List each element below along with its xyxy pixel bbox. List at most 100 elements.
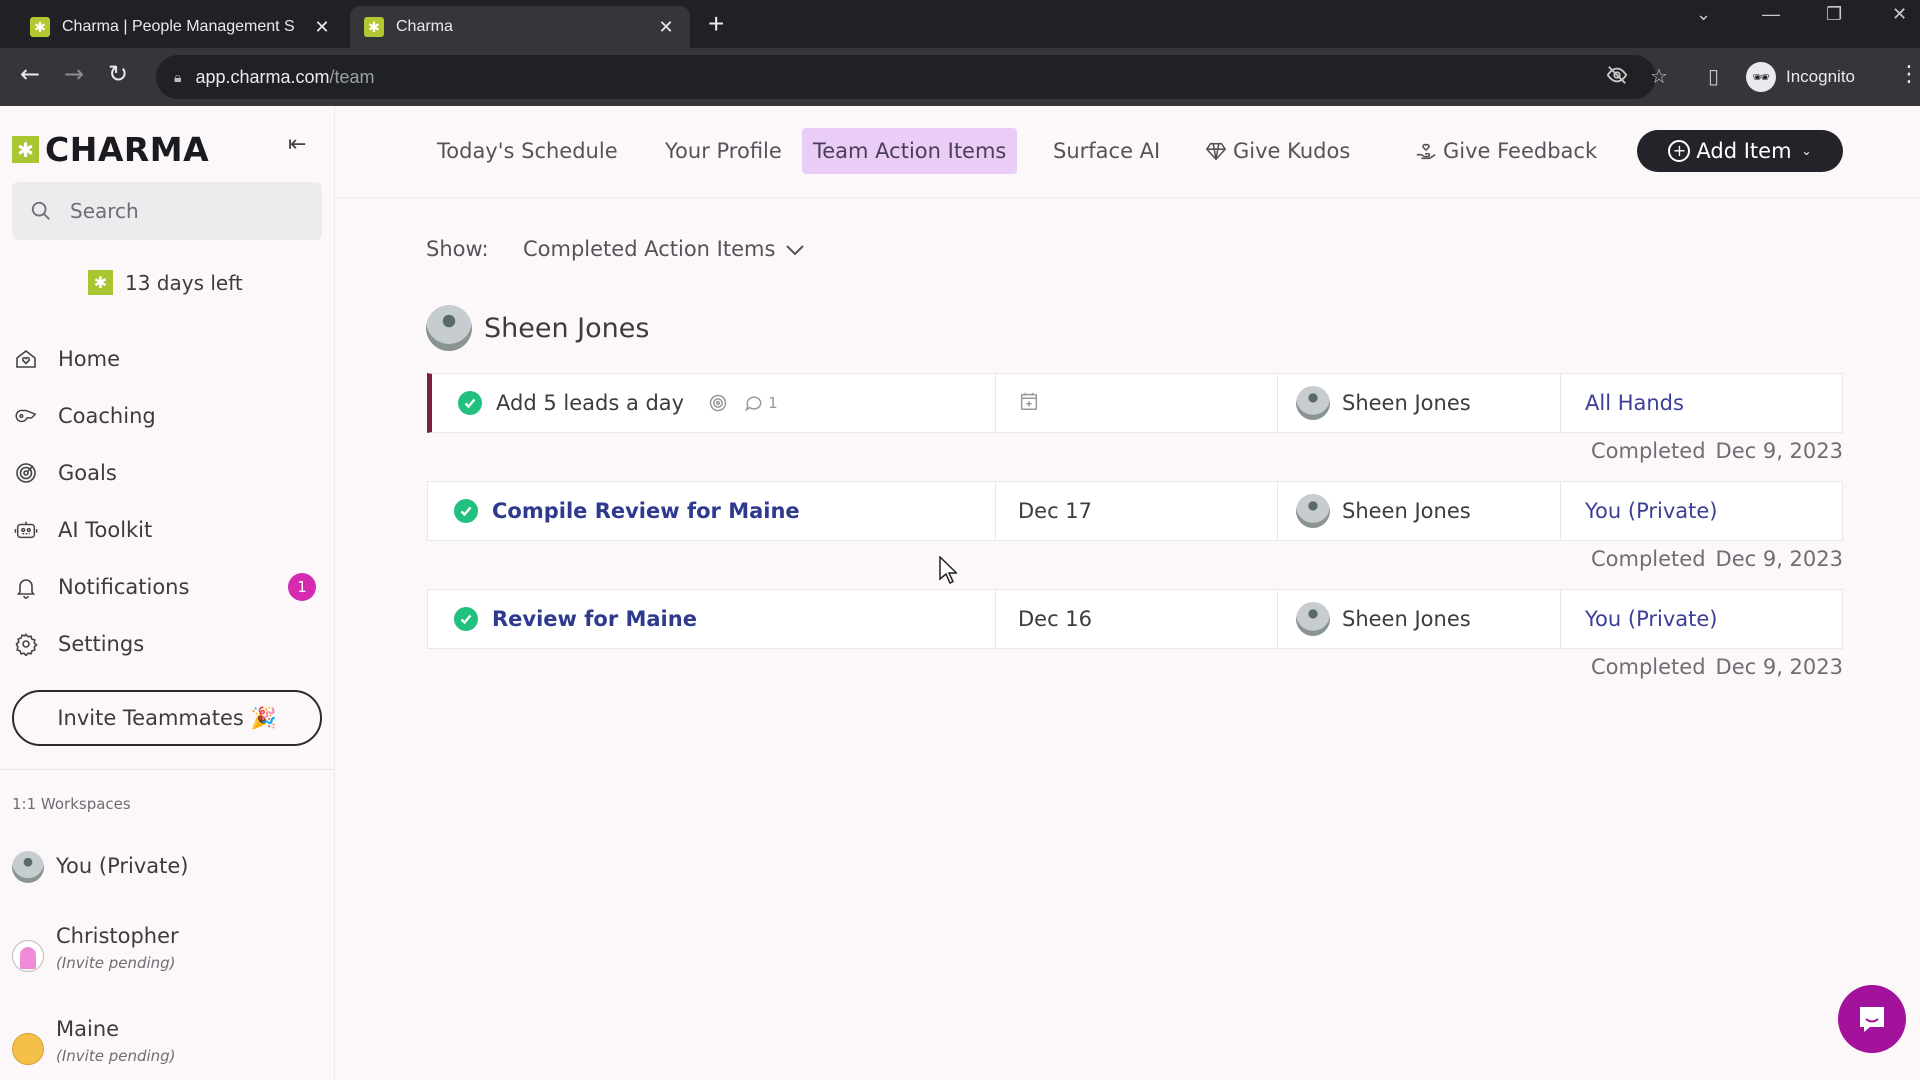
tracking-off-eye-icon[interactable] [1606,64,1628,91]
action-item-title-cell: Compile Review for Maine [428,482,996,540]
completed-check-icon[interactable] [454,607,478,631]
browser-menu-icon[interactable]: ⋮ [1898,62,1920,87]
tab-title: Charma [396,18,453,35]
add-item-button[interactable]: + Add Item ⌄ [1637,130,1843,172]
owner-name: Sheen Jones [484,312,650,344]
workspace-item[interactable]: Christopher (Invite pending) [12,924,179,972]
assignee-cell[interactable]: Sheen Jones [1278,590,1561,648]
sidebar-item-coaching[interactable]: Coaching [0,387,335,444]
workspace-link[interactable]: You (Private) [1561,590,1842,648]
bookmark-star-icon[interactable]: ☆ [1650,64,1668,88]
chevron-down-icon [785,237,805,261]
diamond-icon [1205,140,1227,162]
url-path: /team [329,66,375,87]
url-host: app.charma.com [195,66,330,87]
sidebar: ✱ CHARMA ⇤ ✱ 13 days left Home Coaching … [0,106,335,1080]
close-window-icon[interactable]: ✕ [1892,4,1907,25]
support-chat-button[interactable] [1838,985,1906,1053]
avatar [12,1033,44,1065]
action-item-row[interactable]: Add 5 leads a day 1 Sheen Jones All Hand… [427,373,1843,433]
charma-logo[interactable]: ✱ CHARMA [12,130,209,169]
invite-teammates-button[interactable]: Invite Teammates 🎉 [12,690,322,746]
action-item-title[interactable]: Add 5 leads a day [496,391,684,415]
new-tab-icon[interactable]: + [708,8,724,40]
workspace-item[interactable]: Maine (Invite pending) [12,1017,176,1065]
tab-team-action-items[interactable]: Team Action Items [802,128,1018,174]
mouse-cursor-icon [939,556,957,584]
assignee-cell[interactable]: Sheen Jones [1278,482,1561,540]
charma-favicon-icon: ✱ [30,17,50,37]
browser-tab-active[interactable]: ✱ Charma ✕ [350,6,690,48]
assignee-cell[interactable]: Sheen Jones [1278,374,1561,432]
lock-icon: 🔒︎ [174,68,182,85]
completed-check-icon[interactable] [454,499,478,523]
action-item-row[interactable]: Compile Review for Maine Dec 17 Sheen Jo… [427,481,1843,541]
avatar [12,851,44,883]
charma-favicon-icon: ✱ [364,17,384,37]
close-tab-icon[interactable]: ✕ [312,17,332,38]
close-tab-icon[interactable]: ✕ [656,17,676,38]
workspace-name: Christopher [56,924,179,948]
comments-indicator[interactable]: 1 [744,393,778,413]
whistle-icon [14,404,38,428]
action-item-title-link[interactable]: Compile Review for Maine [492,499,800,523]
due-date-cell[interactable]: Dec 17 [996,482,1278,540]
completed-label: Completed [1590,547,1706,571]
sidebar-item-ai-toolkit[interactable]: AI Toolkit [0,501,335,558]
minimize-icon[interactable]: — [1762,4,1780,25]
sidebar-item-goals[interactable]: Goals [0,444,335,501]
workspace-link[interactable]: All Hands [1561,374,1842,432]
browser-tab-bar: ✱ Charma | People Management S ✕ ✱ Charm… [0,0,1920,48]
tab-surface-ai[interactable]: Surface AI [1042,128,1171,174]
incognito-profile[interactable]: 🕶︎ Incognito [1746,58,1855,96]
avatar [426,305,472,351]
sidebar-item-home[interactable]: Home [0,330,335,387]
assignee-name: Sheen Jones [1342,607,1471,631]
notification-count-badge: 1 [288,572,316,601]
show-filter-dropdown[interactable]: Completed Action Items [523,237,805,261]
completed-date-value: Dec 9, 2023 [1715,655,1843,679]
address-bar[interactable]: 🔒︎ app.charma.com/team [156,55,1656,99]
browser-tab[interactable]: ✱ Charma | People Management S ✕ [16,6,346,48]
completed-date: Completed Dec 9, 2023 [1591,655,1843,679]
add-due-date-icon[interactable] [1018,390,1040,417]
completed-check-icon[interactable] [458,391,482,415]
comment-count: 1 [768,394,778,412]
tab-search-icon[interactable]: ⌄ [1696,4,1711,25]
action-item-row[interactable]: Review for Maine Dec 16 Sheen Jones You … [427,589,1843,649]
sidebar-item-settings[interactable]: Settings [0,615,335,672]
due-date-cell[interactable] [996,374,1278,432]
due-date-cell[interactable]: Dec 16 [996,590,1278,648]
side-panel-icon[interactable]: ▯ [1708,64,1719,88]
sidebar-item-label: Home [58,346,121,371]
completed-label: Completed [1590,439,1706,463]
avatar [12,940,44,972]
give-feedback-label: Give Feedback [1443,139,1598,163]
search-box[interactable] [12,182,322,240]
collapse-sidebar-icon[interactable]: ⇤ [288,132,306,157]
back-icon[interactable]: ← [20,60,40,88]
forward-icon[interactable]: → [64,60,84,88]
tab-your-profile[interactable]: Your Profile [654,128,793,174]
give-kudos-button[interactable]: Give Kudos [1194,128,1361,174]
home-heart-icon [14,347,38,371]
sidebar-item-notifications[interactable]: Notifications 1 [0,558,335,615]
goal-link-icon[interactable] [708,393,728,413]
reload-icon[interactable]: ↻ [108,60,128,88]
workspaces-heading: 1:1 Workspaces [12,795,131,813]
trial-indicator[interactable]: ✱ 13 days left [88,270,243,295]
avatar [1296,386,1330,420]
add-item-label: Add Item [1696,139,1792,163]
action-item-title-link[interactable]: Review for Maine [492,607,697,631]
restore-icon[interactable]: ❐ [1826,4,1842,25]
search-input[interactable] [70,199,310,223]
give-feedback-button[interactable]: Give Feedback [1404,128,1608,174]
workspace-item[interactable]: You (Private) [12,851,188,883]
owner-header: Sheen Jones [426,305,649,351]
browser-toolbar: ← → ↻ 🔒︎ app.charma.com/team ☆ ▯ 🕶︎ Inco… [0,48,1920,106]
completed-date: Completed Dec 9, 2023 [1591,547,1843,571]
assignee-name: Sheen Jones [1342,499,1471,523]
sidebar-nav: Home Coaching Goals AI Toolkit Notificat… [0,330,335,672]
tab-todays-schedule[interactable]: Today's Schedule [426,128,629,174]
workspace-link[interactable]: You (Private) [1561,482,1842,540]
